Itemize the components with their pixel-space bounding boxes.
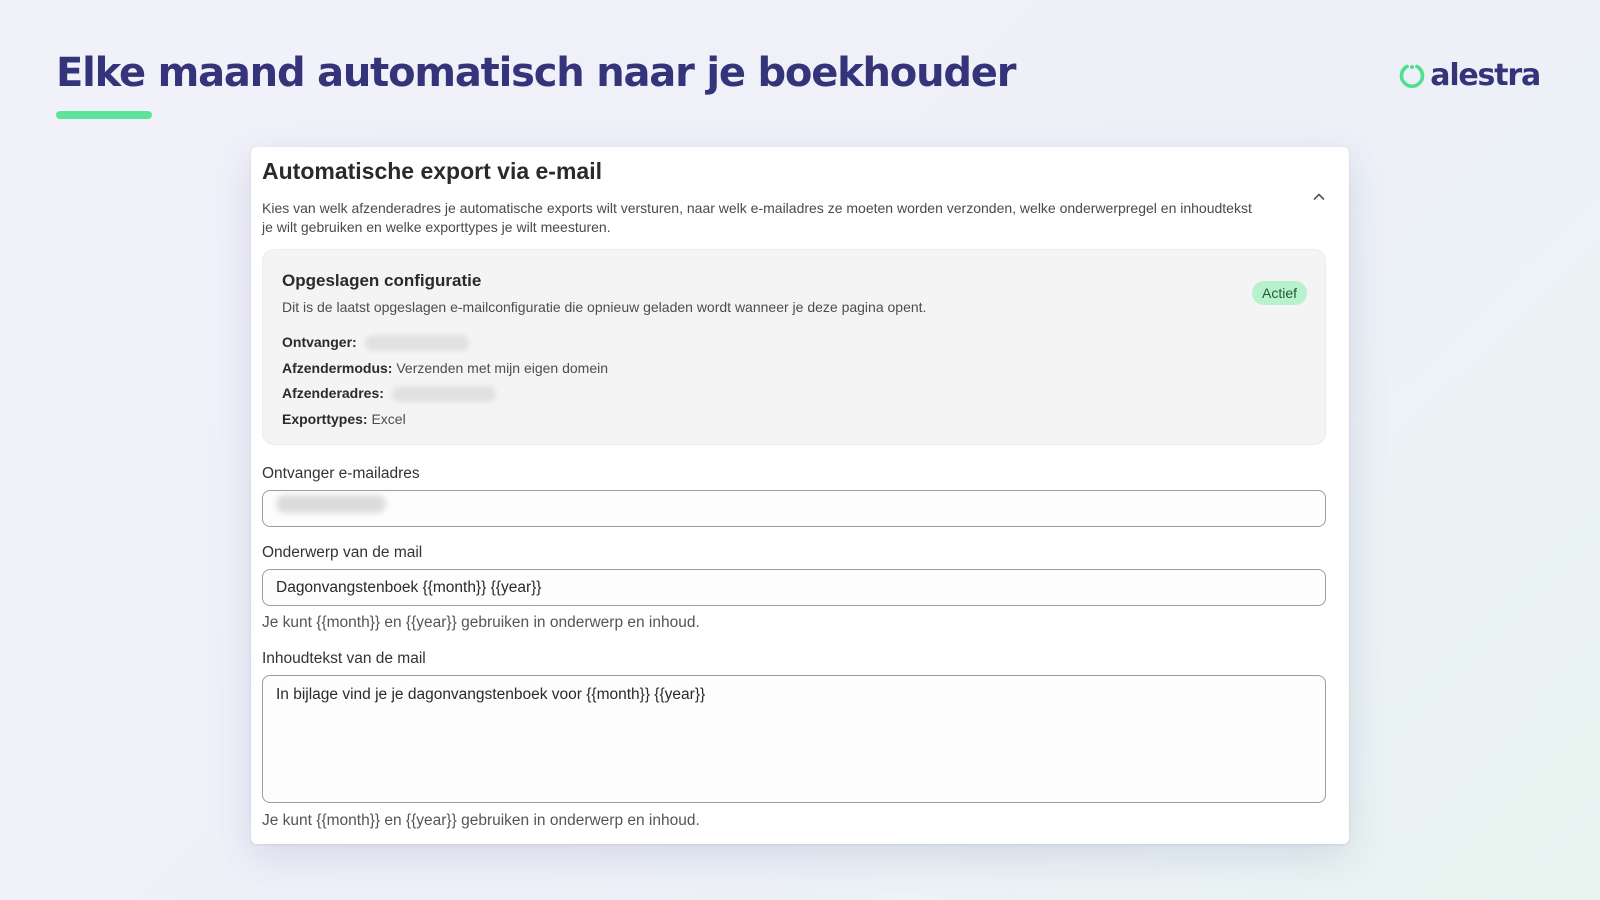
subject-hint: Je kunt {{month}} en {{year}} gebruiken …: [262, 614, 700, 631]
alestra-logo-icon: [1400, 64, 1425, 88]
brand-name: alestra: [1430, 58, 1541, 93]
sender-address-key: Afzenderadres:: [282, 385, 384, 401]
recipient-email-label: Ontvanger e-mailadres: [262, 465, 420, 482]
saved-config-details: Ontvanger: Afzendermodus: Verzenden met …: [282, 330, 608, 432]
export-types-key: Exporttypes:: [282, 410, 368, 427]
saved-config-description: Dit is de laatst opgeslagen e-mailconfig…: [282, 299, 927, 315]
status-badge: Actief: [1251, 281, 1307, 305]
subject-label: Onderwerp van de mail: [262, 544, 423, 561]
config-row-recipient: Ontvanger:: [282, 330, 608, 356]
recipient-key: Ontvanger:: [282, 334, 357, 350]
subject-input[interactable]: [262, 569, 1326, 606]
body-label: Inhoudtekst van de mail: [262, 650, 426, 667]
redacted-recipient-value: [364, 335, 469, 352]
redacted-recipient-input-value: [276, 495, 386, 513]
config-row-export-types: Exporttypes: Excel: [282, 407, 608, 433]
saved-config-panel: Opgeslagen configuratie Dit is de laatst…: [262, 249, 1326, 445]
body-textarea[interactable]: In bijlage vind je je dagonvangstenboek …: [262, 675, 1326, 803]
config-row-sender-mode: Afzendermodus: Verzenden met mijn eigen …: [282, 356, 608, 382]
body-hint: Je kunt {{month}} en {{year}} gebruiken …: [262, 812, 700, 829]
chevron-up-icon: [1313, 193, 1325, 200]
saved-config-title: Opgeslagen configuratie: [282, 271, 482, 290]
sender-mode-key: Afzendermodus:: [282, 359, 393, 376]
collapse-button[interactable]: [1307, 185, 1331, 209]
export-types-value: Excel: [371, 410, 406, 427]
headline-accent-bar: [56, 111, 152, 119]
slide-headline: Elke maand automatisch naar je boekhoude…: [56, 50, 1016, 96]
redacted-sender-address-value: [391, 386, 496, 403]
email-export-card: Automatische export via e-mail Kies van …: [251, 147, 1349, 844]
card-description: Kies van welk afzenderadres je automatis…: [262, 200, 1252, 235]
config-row-sender-address: Afzenderadres:: [282, 381, 608, 407]
recipient-email-input[interactable]: [262, 490, 1326, 527]
card-title: Automatische export via e-mail: [262, 158, 602, 184]
sender-mode-value: Verzenden met mijn eigen domein: [396, 359, 609, 376]
brand-logo: alestra: [1398, 58, 1541, 93]
